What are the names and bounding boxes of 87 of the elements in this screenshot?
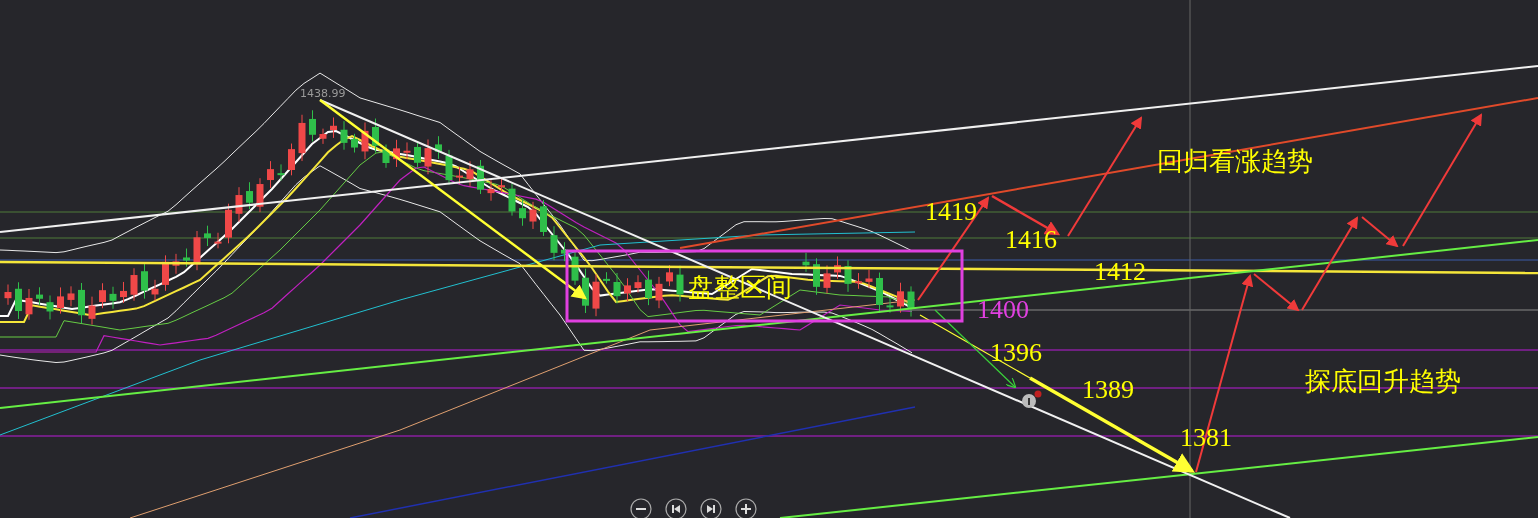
- candlestick: [235, 186, 243, 223]
- candlestick: [267, 160, 274, 189]
- peak-price-label: 1438.99: [300, 87, 346, 100]
- candlestick: [225, 203, 232, 244]
- candlestick: [46, 294, 54, 320]
- candlestick: [498, 176, 505, 194]
- candlestick: [162, 254, 169, 292]
- price-label: 1400: [977, 295, 1029, 324]
- zoom-in-button[interactable]: [735, 498, 757, 518]
- candlestick: [561, 241, 568, 262]
- candlestick: [823, 264, 831, 294]
- candlestick: [508, 182, 516, 217]
- candlestick: [214, 232, 222, 249]
- price-label: 探底回升趋势: [1305, 367, 1461, 396]
- candlestick: [319, 128, 327, 145]
- candlestick: [477, 159, 484, 195]
- candlestick: [435, 135, 442, 160]
- candlestick: [813, 257, 820, 296]
- candlestick: [466, 160, 474, 187]
- candlestick: [550, 225, 558, 261]
- candlestick: [844, 259, 852, 293]
- info-marker-icon: [1022, 390, 1042, 408]
- candlestick: [519, 198, 526, 227]
- candlestick: [57, 286, 64, 315]
- candlestick: [634, 274, 642, 293]
- candlestick: [204, 225, 211, 247]
- candlestick: [613, 272, 621, 304]
- candlestick: [120, 281, 127, 304]
- candlestick: [15, 281, 22, 320]
- candlestick: [403, 141, 411, 160]
- candlestick: [666, 264, 673, 287]
- candlestick: [67, 285, 75, 307]
- candlestick: [309, 109, 316, 142]
- candlestick: [876, 272, 883, 314]
- candlestick: [256, 177, 264, 213]
- candlestick: [855, 272, 862, 290]
- candlestick: [603, 271, 610, 285]
- candlestick: [88, 296, 96, 326]
- candlestick: [36, 286, 43, 306]
- candlestick: [4, 284, 12, 306]
- candlestick: [99, 282, 106, 309]
- candlestick: [487, 179, 495, 202]
- candlestick: [886, 296, 894, 314]
- candlestick: [645, 270, 652, 306]
- candlestick: [529, 201, 537, 230]
- candlestick: [414, 141, 421, 168]
- candlestick: [183, 248, 190, 268]
- next-button[interactable]: [700, 498, 722, 518]
- candlestick: [582, 268, 589, 314]
- candlestick: [193, 230, 201, 271]
- candlestick: [540, 199, 547, 237]
- candlestick: [907, 285, 915, 318]
- candlestick: [456, 166, 463, 185]
- candlestick: [340, 120, 348, 151]
- candlestick: [172, 253, 180, 275]
- candlestick: [330, 117, 337, 139]
- candlestick: [141, 263, 148, 300]
- candlestick: [445, 149, 453, 186]
- candlestick: [288, 143, 295, 176]
- candlestick: [865, 269, 873, 289]
- previous-button[interactable]: [665, 498, 687, 518]
- zoom-out-button[interactable]: [630, 498, 652, 518]
- candlestick: [130, 267, 138, 302]
- candlestick: [655, 276, 663, 309]
- candlestick: [109, 286, 117, 310]
- candlestick: [246, 181, 253, 210]
- price-label: 1396: [990, 338, 1042, 367]
- price-label: 1416: [1005, 225, 1057, 254]
- candlestick: [592, 273, 600, 317]
- candlestick: [372, 118, 379, 154]
- candlestick: [393, 139, 400, 168]
- candlestick: [361, 121, 369, 160]
- candlestick: [298, 114, 306, 162]
- price-label: 1419: [925, 197, 977, 226]
- candlestick: [277, 163, 285, 182]
- candlestick: [834, 255, 841, 280]
- price-label: 1389: [1082, 375, 1134, 404]
- candlestick: [424, 138, 432, 175]
- candlestick: [151, 279, 159, 301]
- candlestick: [351, 133, 358, 153]
- candlestick: [676, 265, 684, 302]
- candlestick: [25, 288, 33, 321]
- candlestick: [802, 252, 810, 273]
- candlestick: [382, 144, 390, 169]
- candlestick: [78, 282, 85, 324]
- candlestick: [897, 282, 904, 314]
- candlestick: [624, 277, 631, 302]
